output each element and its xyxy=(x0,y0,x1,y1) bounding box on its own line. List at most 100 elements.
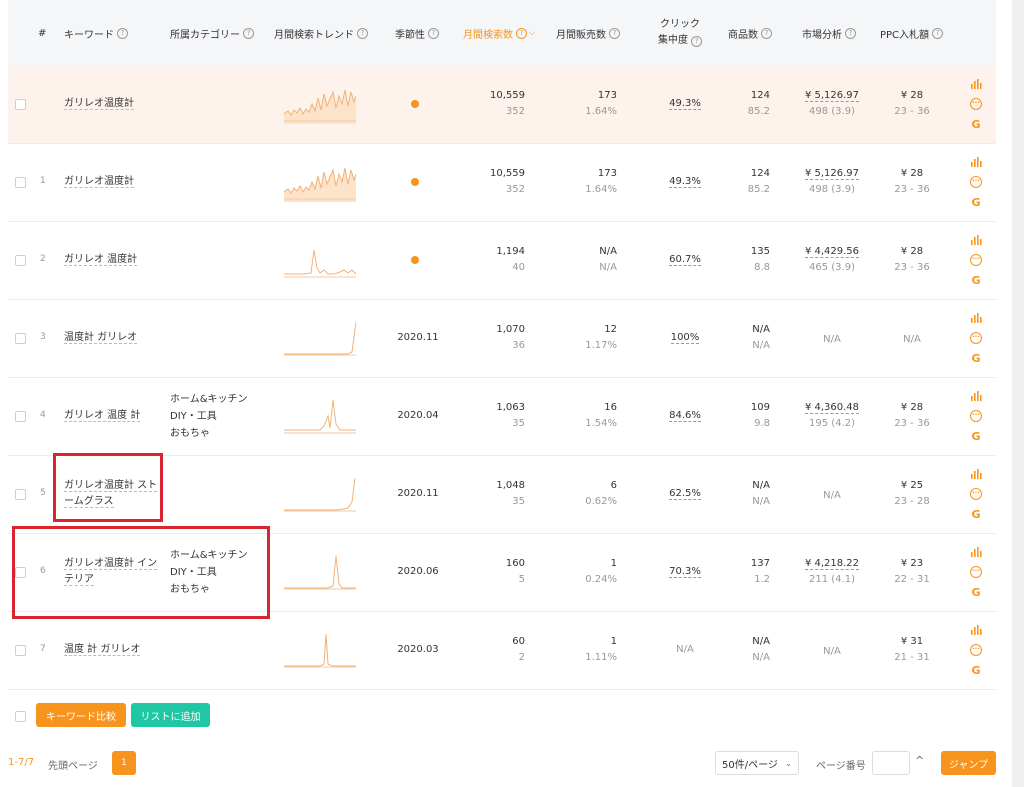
more-dots-icon[interactable]: ··· xyxy=(968,486,984,502)
row-checkbox[interactable] xyxy=(15,333,26,344)
google-search-icon[interactable]: G xyxy=(968,116,984,132)
market-analysis-cell[interactable]: ¥ 4,360.48 195 (4.2) xyxy=(796,400,868,432)
help-icon[interactable]: ? xyxy=(845,27,856,39)
annotation-box xyxy=(12,526,270,619)
google-search-icon[interactable]: G xyxy=(968,428,984,444)
keyword-text[interactable]: 温度 計 ガリレオ xyxy=(64,642,160,658)
bar-chart-icon[interactable] xyxy=(968,76,984,92)
google-search-icon[interactable]: G xyxy=(968,350,984,366)
page-number-input[interactable] xyxy=(872,751,910,775)
trend-sparkline[interactable] xyxy=(284,552,356,592)
click-share-cell[interactable]: 49.3% xyxy=(656,176,714,188)
click-share-cell[interactable]: 84.6% xyxy=(656,410,714,422)
google-search-icon[interactable]: G xyxy=(968,272,984,288)
more-dots-icon[interactable]: ··· xyxy=(968,408,984,424)
col-market[interactable]: 市場分析? xyxy=(802,0,856,66)
trend-sparkline[interactable] xyxy=(284,630,356,670)
monthly-sales-cell: 1 0.24% xyxy=(585,558,617,585)
table-row[interactable]: 4 ガリレオ 温度 計ホーム&キッチン DIY・工具 おもちゃ 2020.04 1,063… xyxy=(8,378,996,456)
col-click[interactable]: クリック 集中度? xyxy=(658,0,702,66)
row-checkbox[interactable] xyxy=(15,177,26,188)
sort-desc-icon[interactable]: ⌵ xyxy=(529,28,535,38)
row-checkbox[interactable] xyxy=(15,411,26,422)
help-icon[interactable]: ? xyxy=(516,27,527,39)
bar-chart-icon[interactable] xyxy=(968,154,984,170)
click-share-cell[interactable]: 100% xyxy=(656,332,714,344)
help-icon[interactable]: ? xyxy=(117,27,128,39)
trend-sparkline[interactable] xyxy=(284,240,356,280)
more-dots-icon[interactable]: ··· xyxy=(968,252,984,268)
trend-sparkline[interactable] xyxy=(284,396,356,436)
col-season[interactable]: 季節性? xyxy=(395,0,439,66)
add-to-list-button[interactable]: リストに追加 xyxy=(131,703,210,727)
help-icon[interactable]: ? xyxy=(428,27,439,39)
google-search-icon[interactable]: G xyxy=(968,584,984,600)
market-analysis-cell[interactable]: ¥ 4,429.56 465 (3.9) xyxy=(796,244,868,276)
keyword-text[interactable]: ガリレオ温度計 xyxy=(64,96,160,112)
first-page-link[interactable]: 先頭ページ xyxy=(48,757,98,772)
keyword-text[interactable]: ガリレオ 温度計 xyxy=(64,252,160,268)
click-share-cell[interactable]: 62.5% xyxy=(656,488,714,500)
table-row[interactable]: 1 ガリレオ温度計 10,559 352 173 1.64% 49.3% 124 85.2 ¥ 5… xyxy=(8,144,996,222)
market-analysis-cell[interactable]: ¥ 5,126.97 498 (3.9) xyxy=(796,166,868,198)
bar-chart-icon[interactable] xyxy=(968,310,984,326)
jump-button[interactable]: ジャンプ xyxy=(941,751,996,775)
row-index: 2 xyxy=(40,254,46,264)
more-dots-icon[interactable]: ··· xyxy=(968,174,984,190)
keyword-text[interactable]: 温度計 ガリレオ xyxy=(64,330,160,346)
page-1-button[interactable]: 1 xyxy=(112,751,136,775)
market-analysis-cell[interactable]: ¥ 5,126.97 498 (3.9) xyxy=(796,88,868,120)
table-row[interactable]: 3 温度計 ガリレオ 2020.11 1,070 36 12 1.17% 100% N/A N/A… xyxy=(8,300,996,378)
help-icon[interactable]: ? xyxy=(761,27,772,39)
click-share-cell[interactable]: 60.7% xyxy=(656,254,714,266)
more-dots-icon[interactable]: ··· xyxy=(968,96,984,112)
bar-chart-icon[interactable] xyxy=(968,466,984,482)
window-scrollbar[interactable] xyxy=(1012,0,1024,787)
market-analysis-cell[interactable]: ¥ 4,218.22 211 (4.1) xyxy=(796,556,868,588)
col-monthly-sales[interactable]: 月間販売数? xyxy=(556,0,620,66)
chevron-up-icon[interactable]: ^ xyxy=(915,754,924,767)
help-icon[interactable]: ? xyxy=(932,27,944,39)
trend-sparkline[interactable] xyxy=(284,162,356,202)
google-search-icon[interactable]: G xyxy=(968,506,984,522)
table-row[interactable]: ガリレオ温度計 10,559 352 173 1.64% 49.3% 124 85.2 ¥ 5,… xyxy=(8,66,996,144)
bar-chart-icon[interactable] xyxy=(968,388,984,404)
google-search-icon[interactable]: G xyxy=(968,662,984,678)
table-row[interactable]: 2 ガリレオ 温度計 1,194 40 N/A N/A 60.7% 135 8.8 ¥ 4,429… xyxy=(8,222,996,300)
google-search-icon[interactable]: G xyxy=(968,194,984,210)
help-icon[interactable]: ? xyxy=(691,36,702,47)
ppc-bid-cell: ¥ 28 23 - 36 xyxy=(894,246,930,273)
bar-chart-icon[interactable] xyxy=(968,232,984,248)
trend-sparkline[interactable] xyxy=(284,318,356,358)
bar-chart-icon[interactable] xyxy=(968,544,984,560)
row-checkbox[interactable] xyxy=(15,255,26,266)
help-icon[interactable]: ? xyxy=(609,27,620,39)
col-monthly-search[interactable]: 月間検索数? ⌵ xyxy=(463,0,535,66)
click-share-cell[interactable]: 49.3% xyxy=(656,98,714,110)
col-category[interactable]: 所属カテゴリー? xyxy=(170,0,254,66)
row-checkbox[interactable] xyxy=(15,645,26,656)
monthly-sales-cell: 173 1.64% xyxy=(585,168,617,195)
trend-sparkline[interactable] xyxy=(284,84,356,124)
col-ppc[interactable]: PPC入札額? xyxy=(880,0,944,66)
select-all-checkbox[interactable] xyxy=(15,711,26,722)
bar-chart-icon[interactable] xyxy=(968,622,984,638)
more-dots-icon[interactable]: ··· xyxy=(968,564,984,580)
table-row[interactable]: 7 温度 計 ガリレオ 2020.03 60 2 1 1.11% N/A N/A N/A N/A ¥ … xyxy=(8,612,996,690)
row-checkbox[interactable] xyxy=(15,99,26,110)
product-count-cell: N/A N/A xyxy=(752,480,770,507)
keyword-text[interactable]: ガリレオ温度計 xyxy=(64,174,160,190)
col-keyword[interactable]: キーワード? xyxy=(64,0,128,66)
col-trend[interactable]: 月間検索トレンド? xyxy=(274,0,368,66)
per-page-select[interactable]: 50件/ページ ⌄ xyxy=(715,751,799,775)
help-icon[interactable]: ? xyxy=(243,27,254,39)
click-share-cell[interactable]: 70.3% xyxy=(656,566,714,578)
more-dots-icon[interactable]: ··· xyxy=(968,642,984,658)
keyword-compare-button[interactable]: キーワード比較 xyxy=(36,703,126,727)
more-dots-icon[interactable]: ··· xyxy=(968,330,984,346)
row-checkbox[interactable] xyxy=(15,489,26,500)
help-icon[interactable]: ? xyxy=(357,27,368,39)
trend-sparkline[interactable] xyxy=(284,474,356,514)
keyword-text[interactable]: ガリレオ 温度 計 xyxy=(64,408,160,424)
col-products[interactable]: 商品数? xyxy=(728,0,772,66)
